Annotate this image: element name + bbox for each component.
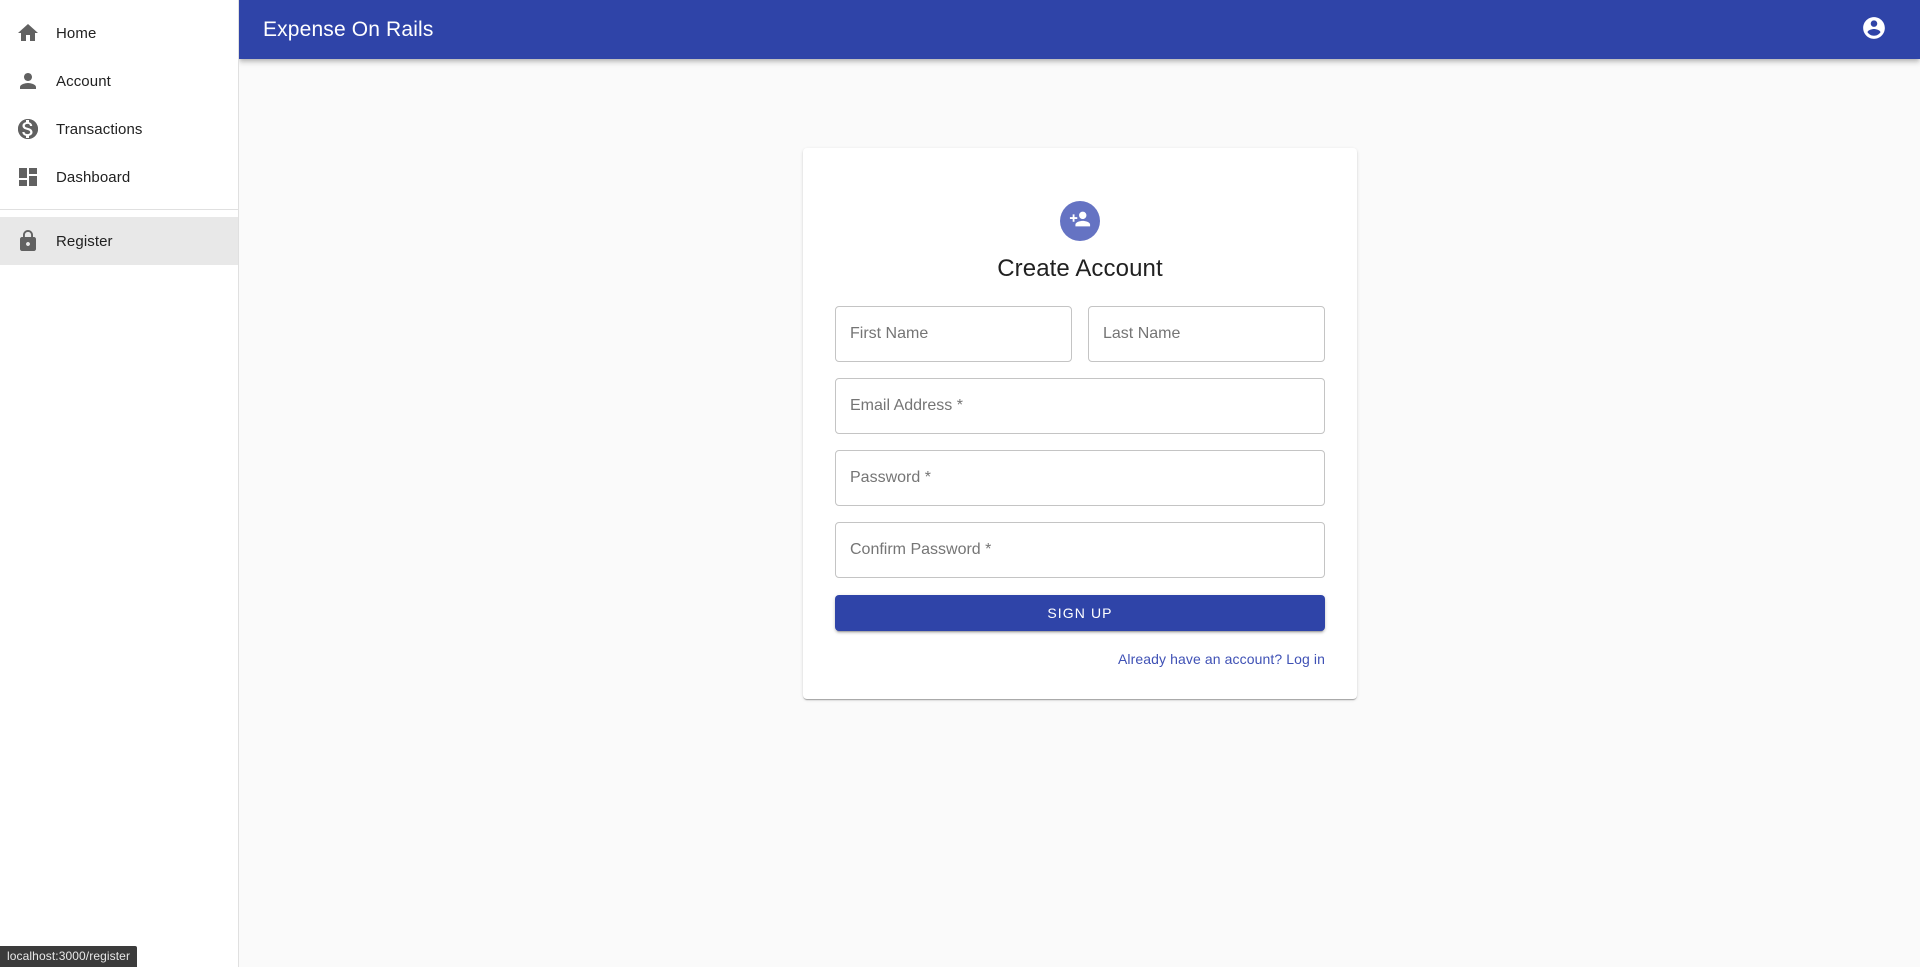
dashboard-icon: [16, 165, 56, 189]
confirm-password-field: [835, 521, 1325, 578]
app-root: Home Account Transactions Dashboard Regi…: [0, 0, 1920, 967]
first-name-field: [835, 305, 1072, 362]
page-title: Expense On Rails: [263, 18, 434, 41]
sidebar-item-label: Dashboard: [56, 168, 131, 186]
person-icon: [16, 69, 56, 93]
sidebar-item-home[interactable]: Home: [0, 9, 238, 57]
sidebar-item-dashboard[interactable]: Dashboard: [0, 153, 238, 201]
first-name-input[interactable]: [835, 305, 1072, 362]
card-title: Create Account: [997, 255, 1163, 282]
status-bar-url: localhost:3000/register: [0, 946, 138, 967]
password-field: [835, 449, 1325, 506]
home-icon: [16, 21, 56, 45]
person-add-icon: [1069, 208, 1091, 235]
login-link-row: Already have an account? Log in: [835, 651, 1325, 667]
sidebar-item-label: Home: [56, 24, 97, 42]
login-link[interactable]: Already have an account? Log in: [1118, 651, 1325, 667]
register-form: SIGN UP Already have an account? Log in: [835, 305, 1325, 667]
sidebar-nav-list: Home Account Transactions Dashboard: [0, 1, 238, 201]
sidebar-item-register[interactable]: Register: [0, 217, 238, 265]
sidebar-item-transactions[interactable]: Transactions: [0, 105, 238, 153]
register-card-inner: Create Account First Name Last Name Emai…: [835, 180, 1325, 667]
sidebar-nav-list-bottom: Register: [0, 210, 238, 265]
email-input[interactable]: [835, 377, 1325, 434]
email-field: [835, 377, 1325, 434]
sign-up-button[interactable]: SIGN UP: [835, 594, 1325, 631]
lock-icon: [16, 229, 56, 253]
sidebar-item-label: Transactions: [56, 120, 143, 138]
app-bar: Expense On Rails: [239, 0, 1920, 59]
sidebar-item-label: Register: [56, 232, 113, 250]
person-add-avatar: [1060, 201, 1100, 241]
register-card: Create Account First Name Last Name Emai…: [803, 148, 1357, 699]
last-name-field: [1088, 305, 1325, 362]
confirm-password-input[interactable]: [835, 521, 1325, 578]
name-row: [835, 305, 1325, 378]
account-circle-icon: [1861, 15, 1887, 44]
account-button[interactable]: [1852, 8, 1896, 52]
monetization-on-icon: [16, 117, 56, 141]
sidebar: Home Account Transactions Dashboard Regi…: [0, 0, 239, 967]
main-content: Create Account First Name Last Name Emai…: [239, 59, 1920, 967]
sidebar-item-account[interactable]: Account: [0, 57, 238, 105]
password-input[interactable]: [835, 449, 1325, 506]
last-name-input[interactable]: [1088, 305, 1325, 362]
sidebar-item-label: Account: [56, 72, 111, 90]
